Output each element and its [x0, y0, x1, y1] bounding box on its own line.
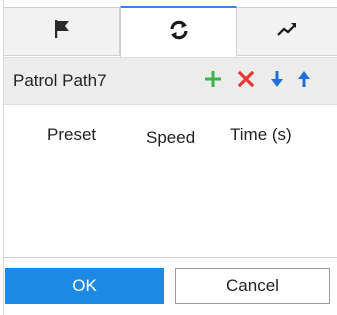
refresh-icon: [167, 18, 191, 47]
delete-button[interactable]: [234, 68, 258, 94]
patrol-toolbar: Patrol Path7: [4, 57, 337, 105]
move-up-button[interactable]: [292, 68, 316, 94]
column-header-speed: Speed: [146, 128, 196, 147]
move-down-icon: [270, 70, 284, 93]
add-icon: [204, 70, 222, 93]
cancel-button[interactable]: Cancel: [175, 268, 330, 304]
tab-underline-left: [4, 55, 120, 56]
flag-icon: [51, 18, 73, 45]
move-down-button[interactable]: [265, 68, 289, 94]
patrol-path-select[interactable]: Patrol Path7: [13, 71, 107, 91]
column-header-preset: Preset: [47, 125, 97, 144]
tab-pattern[interactable]: [237, 7, 337, 55]
footer-divider: [4, 257, 337, 258]
tab-preset[interactable]: [4, 7, 120, 55]
add-button[interactable]: [201, 68, 225, 94]
ok-button[interactable]: OK: [5, 268, 164, 304]
column-header-time: Time (s): [230, 125, 292, 144]
trend-icon: [275, 18, 299, 45]
tab-underline-right: [237, 55, 337, 56]
tab-bar: [4, 0, 337, 57]
tab-patrol[interactable]: [120, 6, 237, 57]
move-up-icon: [297, 70, 311, 93]
delete-icon: [237, 70, 255, 92]
